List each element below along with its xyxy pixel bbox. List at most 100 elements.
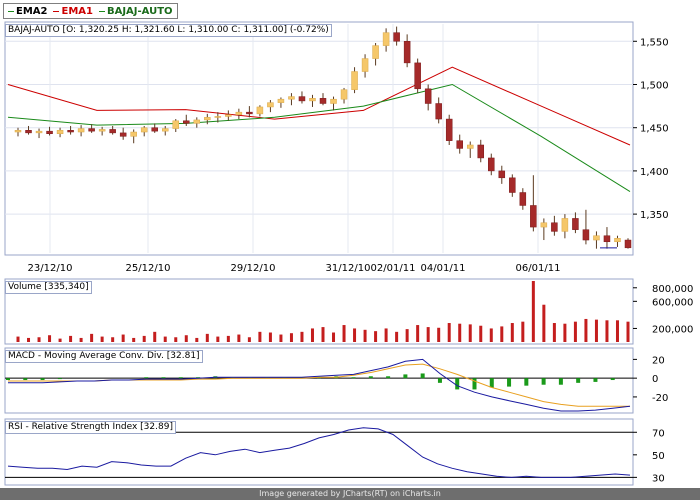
legend-ema2: EMA2 bbox=[8, 6, 47, 17]
candle-body bbox=[614, 238, 621, 243]
volume-bar bbox=[100, 336, 104, 342]
candle-body bbox=[466, 144, 474, 149]
price-x-tick-label: 29/12/10 bbox=[231, 263, 276, 274]
candle-body bbox=[225, 114, 232, 117]
candle-body bbox=[319, 98, 327, 104]
candle-body bbox=[77, 128, 85, 133]
candle-body bbox=[530, 205, 537, 228]
price-panel bbox=[4, 21, 634, 256]
volume-bar bbox=[447, 323, 451, 342]
price-y-tick-label: 1,450 bbox=[640, 124, 669, 135]
volume-bar bbox=[142, 335, 146, 342]
rsi-panel-label: RSI - Relative Strength Index [32.89] bbox=[5, 421, 176, 434]
volume-bar bbox=[615, 320, 619, 342]
candle-body bbox=[340, 89, 348, 100]
candle-body bbox=[67, 130, 74, 133]
candle-body bbox=[256, 106, 264, 115]
candle-body bbox=[509, 177, 516, 193]
volume-bar bbox=[395, 331, 399, 342]
candle-body bbox=[161, 128, 169, 132]
candle-body bbox=[488, 157, 495, 172]
volume-y-tick-label: 800,000 bbox=[652, 284, 693, 295]
candle-body bbox=[403, 41, 411, 64]
price-x-tick-label: 31/12/10 bbox=[326, 263, 371, 274]
price-x-tick-label: 02/01/11 bbox=[371, 263, 416, 274]
volume-bar bbox=[626, 321, 630, 342]
volume-bar bbox=[174, 337, 178, 342]
macd-histogram-bar bbox=[524, 378, 529, 386]
candle-body bbox=[130, 131, 137, 137]
macd-histogram-bar bbox=[593, 378, 598, 382]
macd-histogram-bar bbox=[455, 378, 460, 390]
volume-bar bbox=[552, 323, 556, 342]
candle-body bbox=[624, 239, 632, 249]
price-x-tick-label: 23/12/10 bbox=[28, 263, 73, 274]
volume-bar bbox=[468, 324, 472, 342]
candle-body bbox=[277, 98, 285, 103]
candle-body bbox=[119, 132, 127, 137]
rsi-y-tick-label: 70 bbox=[652, 428, 665, 439]
macd-histogram-bar bbox=[351, 377, 356, 379]
volume-bar bbox=[300, 331, 304, 342]
candle-body bbox=[172, 120, 180, 129]
volume-panel bbox=[4, 278, 634, 345]
macd-histogram-bar bbox=[437, 378, 442, 383]
volume-bar bbox=[289, 333, 293, 342]
candle-body bbox=[361, 58, 369, 72]
volume-bar bbox=[521, 321, 525, 342]
macd-y-tick-label: 0 bbox=[652, 374, 658, 385]
candle-body bbox=[183, 120, 190, 124]
volume-bar bbox=[279, 334, 283, 342]
volume-y-tick-label: 200,000 bbox=[652, 324, 693, 335]
price-y-tick-label: 1,550 bbox=[640, 37, 669, 48]
candle-body bbox=[298, 96, 306, 102]
legend-ema1-label: EMA1 bbox=[61, 5, 93, 17]
candle-body bbox=[435, 103, 442, 120]
macd-histogram-bar bbox=[610, 378, 615, 381]
footer-credit: Image generated by JCharts(RT) on iChart… bbox=[0, 488, 700, 500]
volume-bar bbox=[374, 331, 378, 342]
volume-bar bbox=[27, 337, 31, 342]
volume-bar bbox=[332, 332, 336, 342]
candle-body bbox=[372, 45, 379, 59]
candle-body bbox=[88, 128, 95, 132]
candle-body bbox=[351, 71, 358, 90]
volume-bar bbox=[531, 281, 535, 342]
macd-histogram-bar bbox=[57, 378, 62, 380]
legend-ema1: EMA1 bbox=[53, 5, 93, 17]
volume-bar bbox=[111, 337, 115, 342]
volume-bar bbox=[163, 336, 167, 342]
volume-bar bbox=[195, 337, 199, 342]
volume-bar bbox=[594, 319, 598, 342]
volume-bar bbox=[268, 332, 272, 342]
volume-bar bbox=[58, 338, 62, 342]
volume-bar bbox=[479, 325, 483, 342]
candle-body bbox=[382, 32, 390, 46]
volume-bar bbox=[405, 329, 409, 342]
volume-bar bbox=[69, 335, 73, 342]
candle-body bbox=[330, 98, 337, 104]
candle-body bbox=[56, 130, 64, 134]
rsi-y-tick-label: 50 bbox=[652, 451, 665, 462]
volume-bar bbox=[237, 334, 241, 342]
candle-body bbox=[140, 127, 148, 133]
rsi-y-tick-label: 30 bbox=[652, 473, 665, 484]
volume-bar bbox=[510, 323, 514, 342]
candle-body bbox=[456, 140, 463, 149]
candle-body bbox=[561, 218, 569, 232]
volume-bar bbox=[500, 326, 504, 342]
price-x-tick-label: 04/01/11 bbox=[421, 263, 466, 274]
candle-body bbox=[582, 229, 590, 241]
macd-y-tick-label: -20 bbox=[652, 393, 668, 404]
volume-bar bbox=[584, 318, 588, 342]
candle-body bbox=[414, 62, 421, 90]
volume-bar bbox=[205, 333, 209, 342]
volume-bar bbox=[573, 321, 577, 342]
macd-histogram-bar bbox=[576, 378, 581, 383]
volume-bar bbox=[363, 329, 367, 342]
candle-body bbox=[593, 235, 600, 241]
candle-body bbox=[267, 102, 274, 108]
macd-histogram-bar bbox=[403, 374, 408, 379]
macd-histogram-bar bbox=[6, 378, 10, 381]
macd-histogram-bar bbox=[541, 378, 546, 385]
